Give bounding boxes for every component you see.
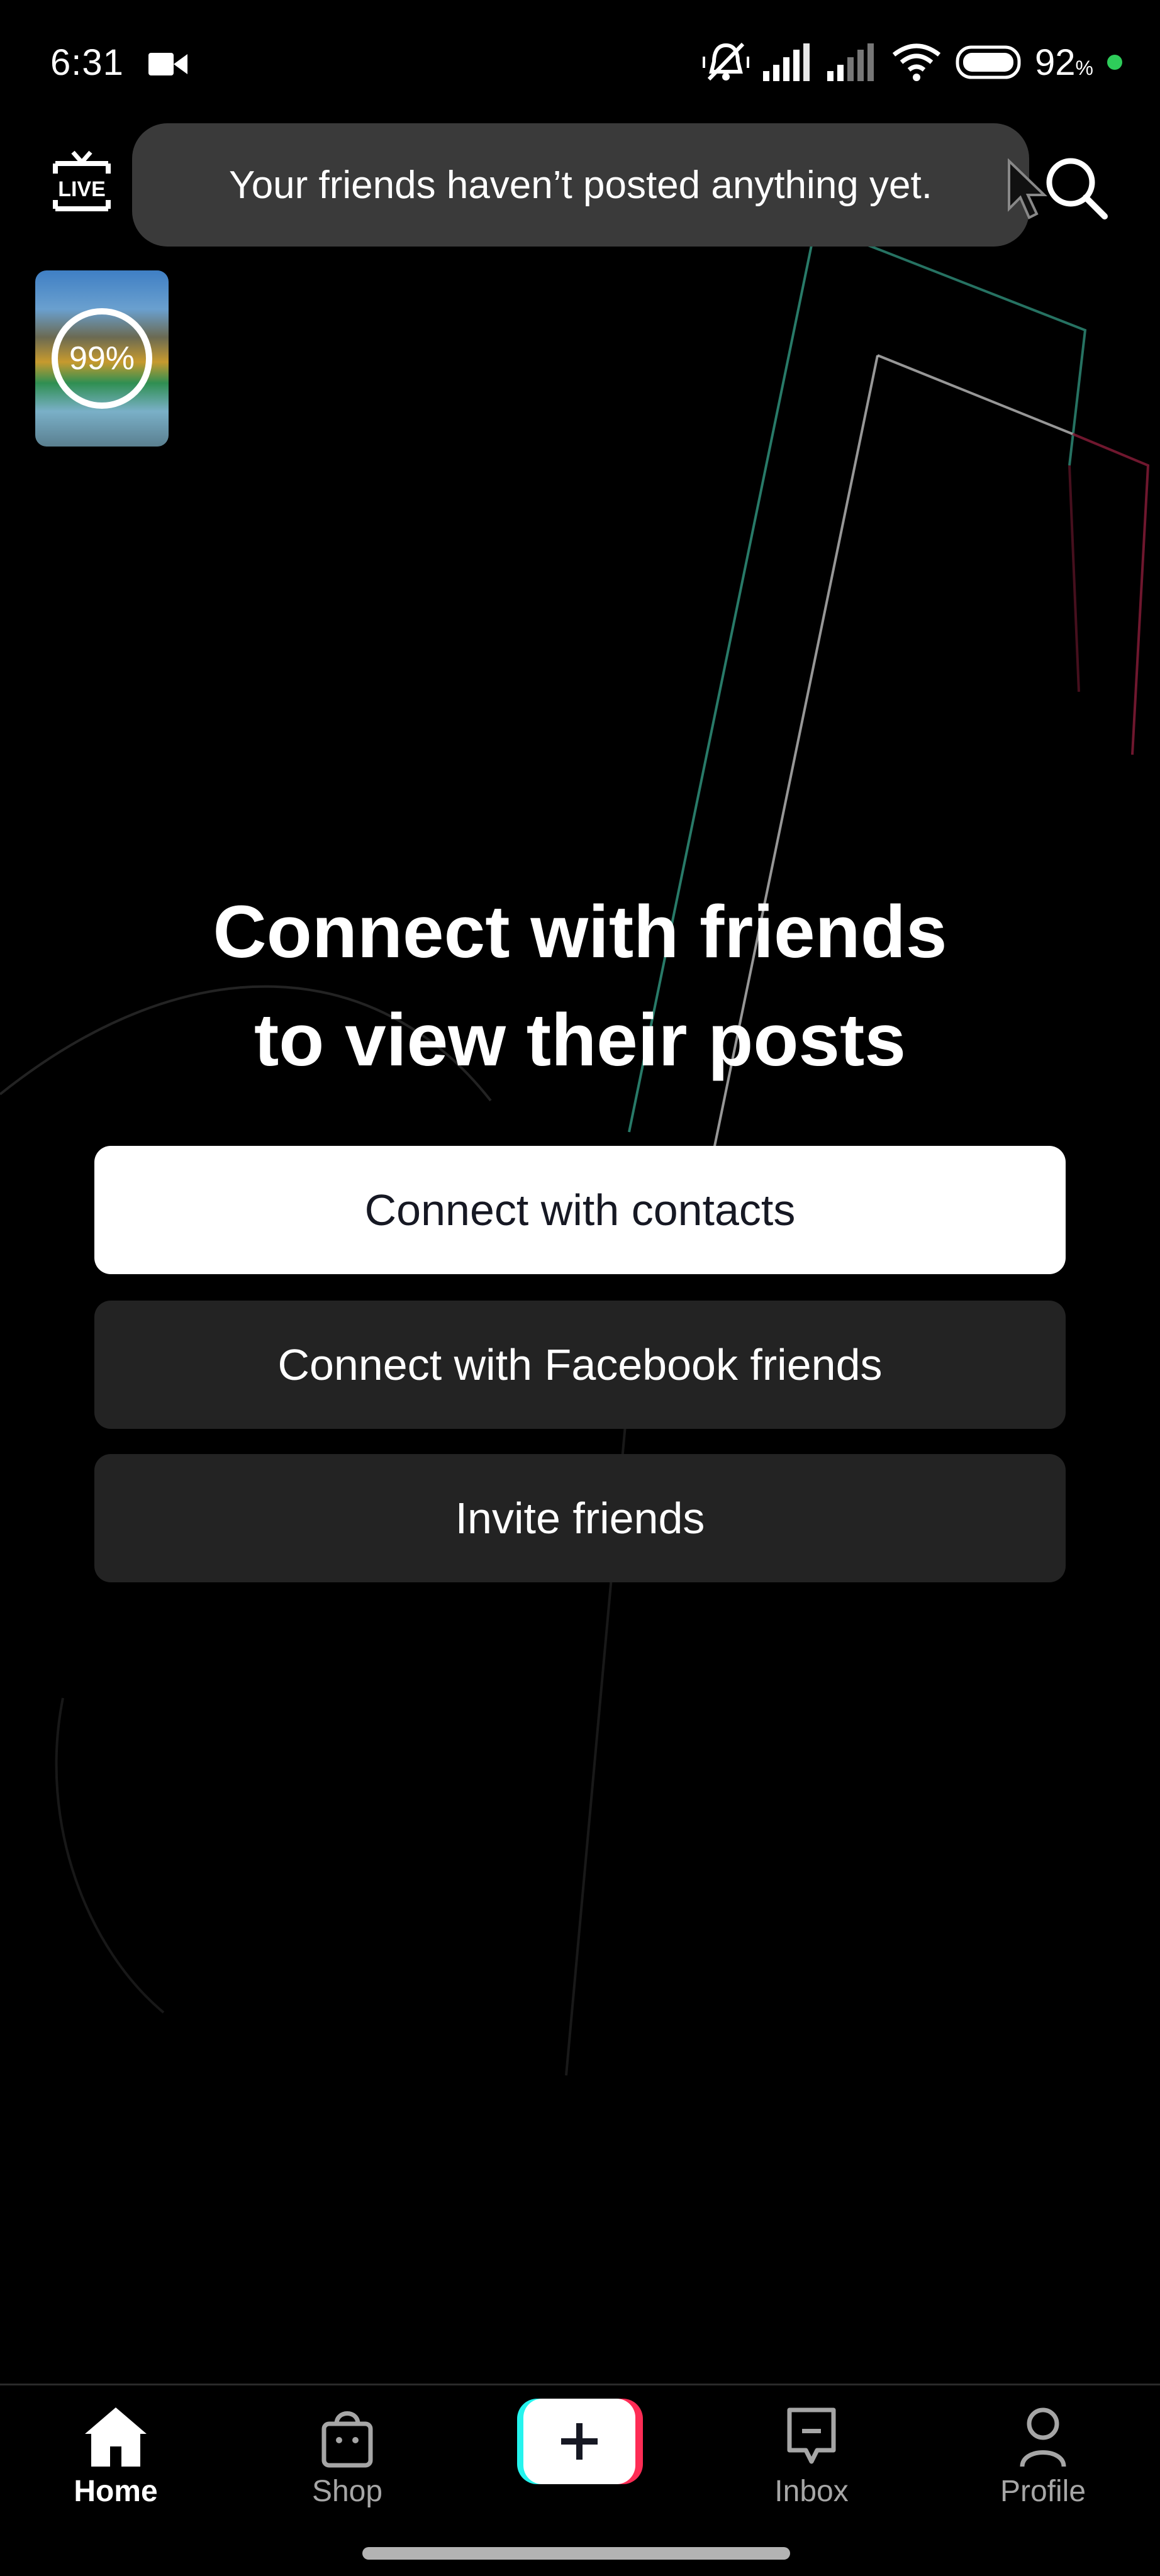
nav-item-home[interactable]: Home — [47, 2405, 185, 2509]
charging-dot — [1107, 55, 1122, 70]
live-icon[interactable]: LIVE — [44, 148, 120, 224]
heading-line-1: Connect with friends — [213, 891, 947, 974]
signal-icon — [763, 43, 810, 81]
battery-icon — [956, 45, 1021, 79]
home-icon — [85, 2407, 147, 2467]
create-button-face — [523, 2399, 635, 2484]
inbox-icon — [787, 2407, 836, 2464]
connect-facebook-button[interactable]: Connect with Facebook friends — [94, 1301, 1066, 1429]
nav-label-inbox: Inbox — [774, 2475, 849, 2508]
nav-item-inbox[interactable]: Inbox — [742, 2405, 881, 2509]
connect-contacts-button[interactable]: Connect with contacts — [94, 1146, 1066, 1274]
nav-item-profile[interactable]: Profile — [974, 2405, 1112, 2509]
background-decoration — [0, 244, 1150, 2076]
profile-icon — [1020, 2407, 1066, 2467]
nav-item-shop[interactable]: Shop — [278, 2405, 416, 2509]
nav-divider — [0, 2384, 1160, 2385]
nav-label-home: Home — [74, 2475, 158, 2508]
create-plus-icon — [561, 2423, 598, 2460]
bottom-nav: Home Shop Inbox Profile — [0, 2386, 1160, 2537]
create-button[interactable] — [517, 2399, 643, 2484]
status-time: 6:31 — [50, 42, 124, 83]
status-icons: 92% — [703, 40, 1122, 84]
mute-icon — [703, 42, 750, 81]
battery-percent: 92% — [1035, 42, 1093, 83]
shop-bag-icon — [321, 2411, 373, 2468]
invite-friends-button[interactable]: Invite friends — [94, 1454, 1066, 1582]
page-heading: Connect with friends to view their posts — [0, 878, 1160, 1094]
wifi-icon — [892, 43, 941, 81]
toast-message: Your friends haven’t posted anything yet… — [132, 123, 1029, 247]
toast-text: Your friends haven’t posted anything yet… — [229, 163, 932, 207]
nav-label-profile: Profile — [1000, 2475, 1086, 2508]
nav-label-shop: Shop — [311, 2475, 383, 2508]
svg-text:LIVE: LIVE — [58, 177, 106, 201]
signal-icon — [827, 43, 874, 81]
upload-progress-thumbnail[interactable]: 99% — [35, 270, 169, 447]
progress-label: 99% — [69, 340, 135, 377]
mouse-cursor-icon — [1008, 158, 1047, 219]
heading-line-2: to view their posts — [254, 999, 906, 1082]
home-indicator[interactable] — [362, 2547, 790, 2560]
video-camera-icon — [148, 53, 187, 75]
